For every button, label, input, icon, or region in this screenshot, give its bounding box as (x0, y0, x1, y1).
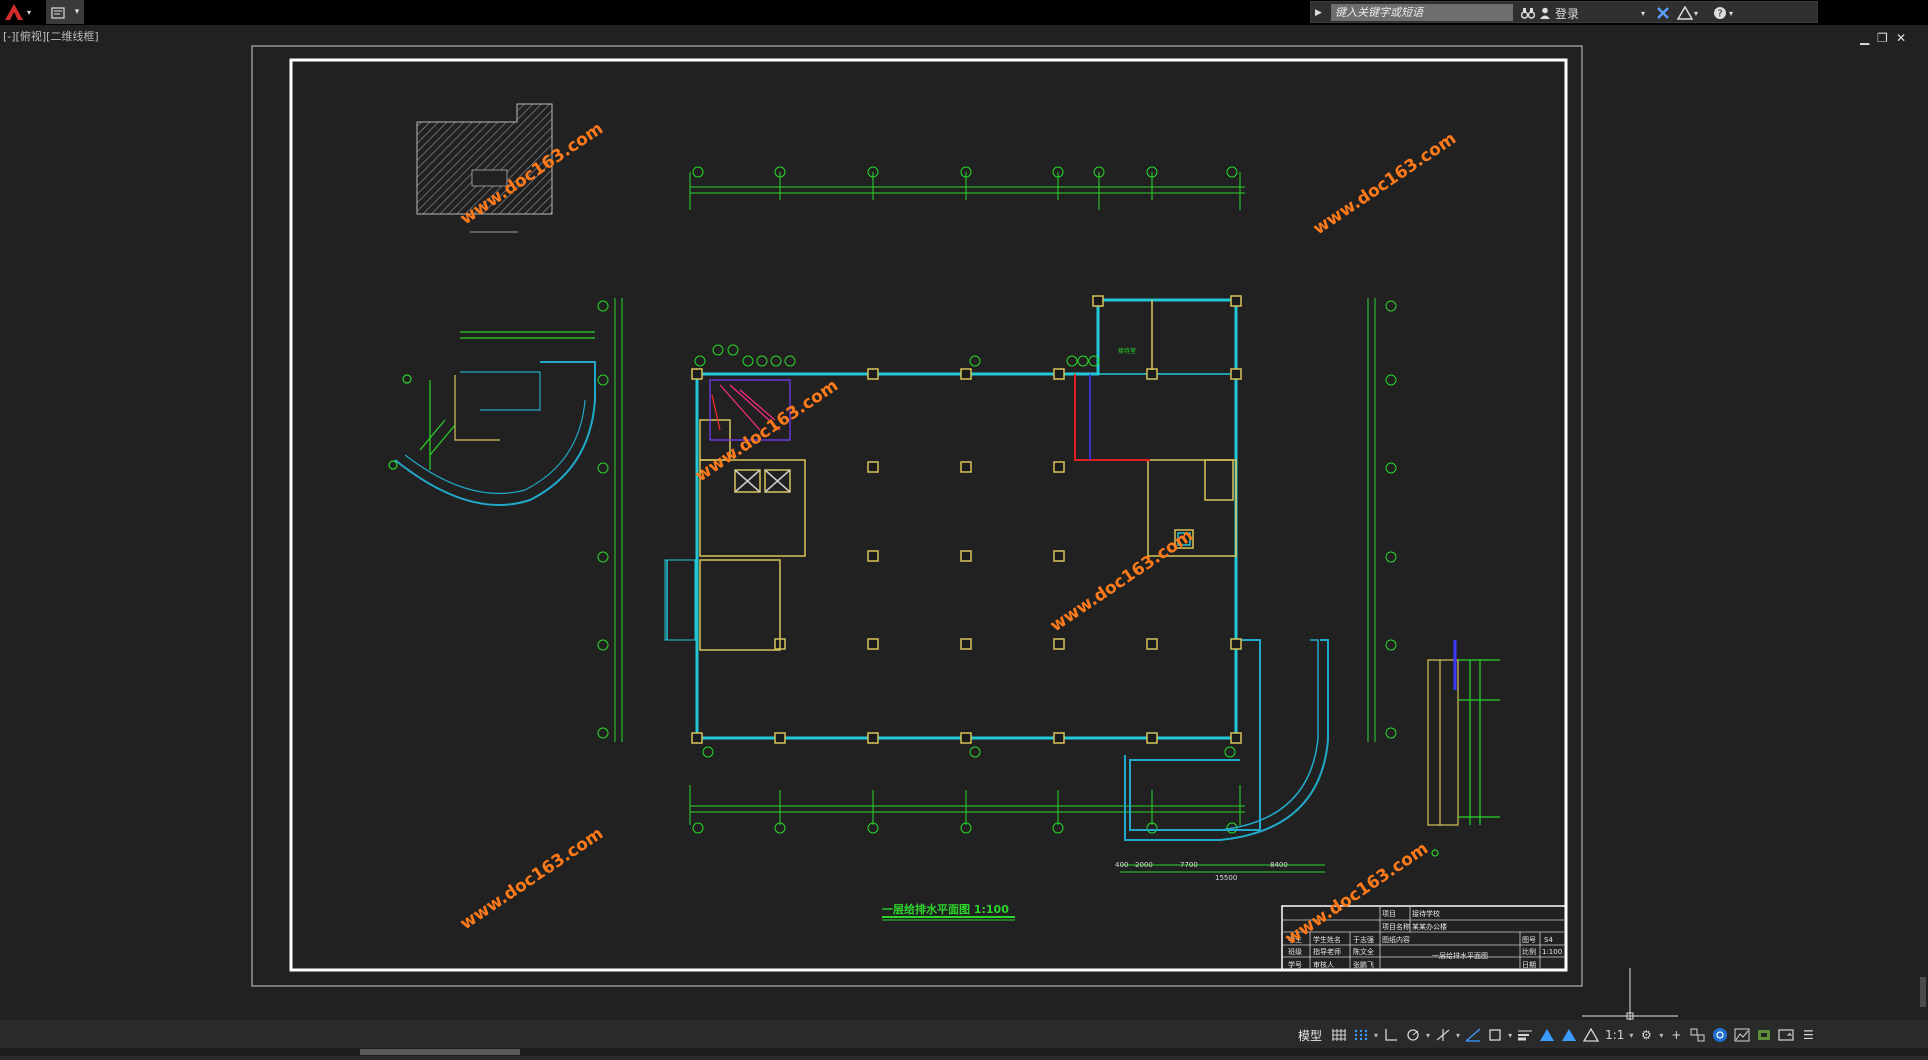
watermark-5: www.doc163.com (457, 824, 607, 934)
watermark-2: www.doc163.com (1310, 129, 1460, 239)
tb-role-value-1: 指导老师 (1313, 947, 1341, 956)
search-input[interactable] (1331, 4, 1513, 21)
tb-drawing-no: S4 (1544, 936, 1553, 944)
ortho-icon[interactable] (1380, 1022, 1402, 1048)
vertical-scrollbar[interactable] (1918, 42, 1928, 1020)
tb-role-value-0: 学生姓名 (1313, 935, 1341, 944)
dim-8400: 8400 (1270, 861, 1288, 869)
status-bar-tools: 模型 ▾ ▾ ▾ ▾ 1:1 ▾ ⚙ ▾ + ☰ (1292, 1021, 1819, 1049)
graphics-performance-icon[interactable] (1731, 1022, 1753, 1048)
tb-scale: 1:100 (1542, 948, 1562, 956)
tb-date-label: 日期 (1522, 961, 1536, 969)
annotation-scale-dropdown-icon[interactable]: ▾ (1627, 1031, 1635, 1040)
binoculars-icon[interactable] (1521, 3, 1535, 23)
grid-icon[interactable] (1328, 1022, 1350, 1048)
room-label: 接待室 (1118, 347, 1136, 355)
isodraft-dropdown-icon[interactable]: ▾ (1454, 1031, 1462, 1040)
tb-project-label: 项目 (1382, 910, 1396, 918)
isodraft-icon[interactable] (1432, 1022, 1454, 1048)
tb-unit-value: 某某办公楼 (1412, 922, 1447, 931)
autocad-logo-icon[interactable]: ▾ (0, 0, 34, 24)
tb-content-value: 一层给排水平面图 (1432, 951, 1488, 960)
lineweight-icon[interactable] (1514, 1022, 1536, 1048)
help-icon[interactable]: ? ▾ (1713, 3, 1733, 23)
auto-scale-icon[interactable] (1558, 1022, 1580, 1048)
tb-name-2: 张鹏飞 (1353, 960, 1374, 969)
model-space-button[interactable]: 模型 (1292, 1022, 1328, 1048)
drawing-canvas[interactable]: 400 2000 7700 8400 15500 一层给排水平面图 1:100 … (0, 42, 1918, 1020)
dim-15500: 15500 (1215, 874, 1237, 882)
annotation-visibility-icon[interactable] (1536, 1022, 1558, 1048)
tb-role-value-2: 审核人 (1313, 960, 1334, 969)
crosshair-cursor (1582, 968, 1678, 1020)
polar-icon[interactable] (1402, 1022, 1424, 1048)
quick-access-open-icon[interactable] (46, 0, 70, 24)
snap-dropdown-icon[interactable]: ▾ (1372, 1031, 1380, 1040)
object-snap-icon[interactable] (1484, 1022, 1506, 1048)
dimension-top (689, 166, 1245, 210)
annotation-scale-icon[interactable] (1580, 1022, 1602, 1048)
snap-icon[interactable] (1350, 1022, 1372, 1048)
object-snap-dropdown-icon[interactable]: ▾ (1506, 1031, 1514, 1040)
tb-drawing-no-label: 图号 (1522, 936, 1536, 944)
plan-title-text: 一层给排水平面图 1:100 (882, 902, 1009, 916)
detail-right (1427, 640, 1500, 857)
tb-project-value: 接待学校 (1412, 909, 1440, 918)
tb-scale-label: 比例 (1522, 947, 1536, 956)
detail-left (388, 331, 596, 506)
hardware-acceleration-icon[interactable] (1753, 1022, 1775, 1048)
user-icon[interactable] (1539, 3, 1551, 23)
dim-7700: 7700 (1180, 861, 1198, 869)
units-icon[interactable] (1687, 1022, 1709, 1048)
login-dropdown-icon[interactable]: ▾ (1641, 3, 1645, 23)
tb-unit-label: 项目名称 (1382, 922, 1410, 931)
horizontal-scrollbar[interactable] (0, 1048, 1928, 1056)
building-walls (666, 298, 1329, 841)
watermark-6: www.doc163.com (1282, 839, 1432, 949)
right-core (1147, 300, 1237, 557)
title-bar: ▾ ▾ ▶ 登录 ▾ ▾ ? ▾ (0, 0, 1928, 25)
annotation-scale-value[interactable]: 1:1 (1602, 1022, 1627, 1048)
columns (691, 295, 1242, 744)
quick-access-dropdown-icon[interactable]: ▾ (70, 0, 84, 24)
polar-dropdown-icon[interactable]: ▾ (1424, 1031, 1432, 1040)
tb-name-1: 陈文全 (1353, 947, 1374, 956)
plan-title: 一层给排水平面图 1:100 (882, 902, 1015, 921)
exchange-apps-icon[interactable] (1656, 3, 1670, 23)
workspace-dropdown-icon[interactable]: ▾ (1657, 1031, 1665, 1040)
watermarks: www.doc163.com www.doc163.com www.doc163… (457, 119, 1460, 949)
dim-2000: 2000 (1135, 861, 1153, 869)
tb-role-1: 班级 (1288, 947, 1302, 956)
horizontal-scrollbar-thumb[interactable] (360, 1049, 520, 1055)
login-button[interactable]: 登录 (1555, 3, 1579, 23)
object-snap-tracking-icon[interactable] (1462, 1022, 1484, 1048)
isolate-objects-icon[interactable] (1709, 1022, 1731, 1048)
tb-name-0: 于志强 (1353, 935, 1374, 944)
search-area: ▶ 登录 ▾ ▾ ? ▾ (1310, 1, 1818, 23)
expand-arrow-icon[interactable]: ▶ (1315, 3, 1322, 23)
clean-screen-icon[interactable] (1775, 1022, 1797, 1048)
workspace-gear-icon[interactable]: ⚙ (1635, 1022, 1657, 1048)
red-pipe (1074, 374, 1150, 461)
svg-text:?: ? (1717, 9, 1722, 20)
watermark-4: www.doc163.com (1047, 526, 1197, 636)
dim-400: 400 (1115, 861, 1128, 869)
tb-role-2: 学号 (1288, 960, 1302, 969)
a360-icon[interactable]: ▾ (1677, 3, 1698, 23)
tb-content-label: 图纸内容 (1382, 935, 1410, 944)
add-icon[interactable]: + (1665, 1022, 1687, 1048)
entrance-canopy (664, 559, 696, 641)
dimension-sides (597, 298, 1397, 742)
customization-menu-icon[interactable]: ☰ (1797, 1022, 1819, 1048)
